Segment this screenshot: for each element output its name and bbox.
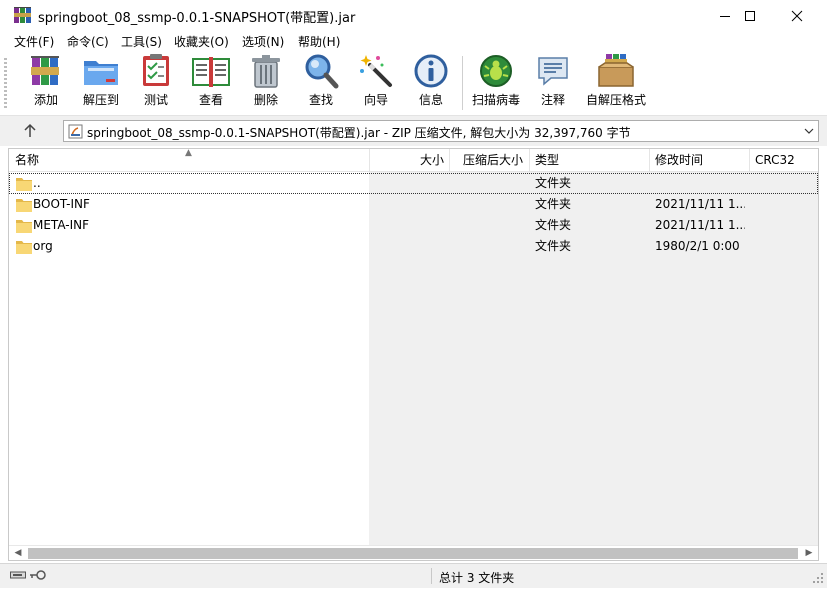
- menu-favorites[interactable]: 收藏夹(O): [174, 33, 229, 50]
- key-icon[interactable]: [29, 569, 47, 581]
- status-bar: 总计 3 文件夹: [0, 563, 827, 588]
- row-modified: 2021/11/11 1...: [655, 218, 745, 232]
- table-row[interactable]: org 文件夹 1980/2/1 0:00: [9, 236, 818, 257]
- menu-help[interactable]: 帮助(H): [298, 33, 340, 50]
- menu-options[interactable]: 选项(N): [242, 33, 284, 50]
- menu-file[interactable]: 文件(F): [14, 33, 54, 50]
- extract-folder-icon: [84, 61, 118, 85]
- maximize-icon: [745, 10, 755, 21]
- folder-icon: [16, 220, 32, 233]
- menu-commands[interactable]: 命令(C): [67, 33, 109, 50]
- row-type: 文件夹: [535, 239, 572, 253]
- trash-can-icon: [252, 55, 280, 88]
- chevron-down-icon[interactable]: [803, 124, 815, 138]
- row-modified: [655, 173, 745, 194]
- column-crc32[interactable]: CRC32: [755, 149, 815, 171]
- folder-icon: [16, 178, 32, 191]
- column-type[interactable]: 类型: [535, 149, 645, 171]
- row-modified: 1980/2/1 0:00: [655, 239, 740, 253]
- row-name: org: [33, 239, 53, 253]
- file-list: 名称 ▲ 大小 压缩后大小 类型 修改时间 CRC32 .. 文件夹 BOOT-…: [8, 148, 819, 561]
- sort-ascending-icon: ▲: [185, 148, 192, 158]
- sfx-box-icon: [598, 54, 634, 87]
- jar-archive-icon: [68, 124, 83, 139]
- toolbar-grip[interactable]: [4, 58, 7, 110]
- column-size[interactable]: 大小: [370, 149, 446, 171]
- up-arrow-icon: [24, 123, 36, 137]
- folder-icon: [16, 241, 32, 254]
- info-icon: [414, 54, 448, 88]
- resize-grip-icon[interactable]: [812, 572, 824, 584]
- wizard-button[interactable]: 向导: [348, 53, 404, 113]
- virus-scan-icon: [480, 55, 512, 87]
- scroll-right-icon[interactable]: ▶: [802, 547, 816, 560]
- magnifier-icon: [305, 54, 339, 89]
- status-text: 总计 3 文件夹: [439, 571, 515, 585]
- maximize-button[interactable]: [727, 0, 773, 31]
- path-field[interactable]: springboot_08_ssmp-0.0.1-SNAPSHOT(带配置).j…: [63, 120, 819, 142]
- folder-icon: [16, 199, 32, 212]
- add-archive-icon: [31, 56, 59, 85]
- delete-button[interactable]: 删除: [238, 53, 294, 113]
- table-row[interactable]: META-INF 文件夹 2021/11/11 1...: [9, 215, 818, 236]
- add-button[interactable]: 添加: [18, 53, 74, 113]
- virus-scan-button[interactable]: 扫描病毒: [468, 53, 524, 113]
- row-type: 文件夹: [535, 218, 572, 232]
- scroll-left-icon[interactable]: ◀: [11, 547, 25, 560]
- close-button[interactable]: [774, 0, 820, 31]
- path-text: springboot_08_ssmp-0.0.1-SNAPSHOT(带配置).j…: [87, 126, 631, 140]
- wizard-wand-icon: [360, 55, 392, 87]
- table-row[interactable]: .. 文件夹: [9, 173, 818, 194]
- row-name: META-INF: [33, 218, 90, 232]
- view-button[interactable]: 查看: [183, 53, 239, 113]
- column-modified[interactable]: 修改时间: [655, 149, 745, 171]
- table-row[interactable]: BOOT-INF 文件夹 2021/11/11 1...: [9, 194, 818, 215]
- find-button[interactable]: 查找: [293, 53, 349, 113]
- toolbar-separator: [462, 56, 463, 110]
- extract-to-button[interactable]: 解压到: [73, 53, 129, 113]
- row-name: BOOT-INF: [33, 197, 90, 211]
- status-separator: [431, 568, 432, 584]
- column-header: 名称 ▲ 大小 压缩后大小 类型 修改时间 CRC32: [9, 149, 818, 172]
- row-type: 文件夹: [535, 197, 572, 211]
- row-type: 文件夹: [535, 176, 572, 190]
- drive-icon: [10, 571, 26, 579]
- view-book-icon: [192, 57, 230, 87]
- row-name: ..: [33, 176, 41, 190]
- info-button[interactable]: 信息: [403, 53, 459, 113]
- test-button[interactable]: 测试: [128, 53, 184, 113]
- up-level-button[interactable]: [18, 121, 42, 141]
- sfx-button[interactable]: 自解压格式: [586, 53, 646, 113]
- comment-button[interactable]: 注释: [525, 53, 581, 113]
- window-title: springboot_08_ssmp-0.0.1-SNAPSHOT(带配置).j…: [38, 11, 356, 26]
- close-icon: [791, 10, 803, 21]
- winrar-books-icon: [14, 7, 31, 23]
- menu-bar: 文件(F) 命令(C) 工具(S) 收藏夹(O) 选项(N) 帮助(H): [0, 31, 827, 51]
- title-bar: springboot_08_ssmp-0.0.1-SNAPSHOT(带配置).j…: [0, 0, 827, 31]
- horizontal-scrollbar[interactable]: ◀ ▶: [9, 545, 818, 560]
- comment-icon: [538, 57, 568, 86]
- scrollbar-thumb[interactable]: [28, 548, 798, 559]
- row-modified: 2021/11/11 1...: [655, 197, 745, 211]
- menu-tools[interactable]: 工具(S): [121, 33, 162, 50]
- test-clipboard-icon: [143, 54, 169, 86]
- column-packed-size[interactable]: 压缩后大小: [450, 149, 525, 171]
